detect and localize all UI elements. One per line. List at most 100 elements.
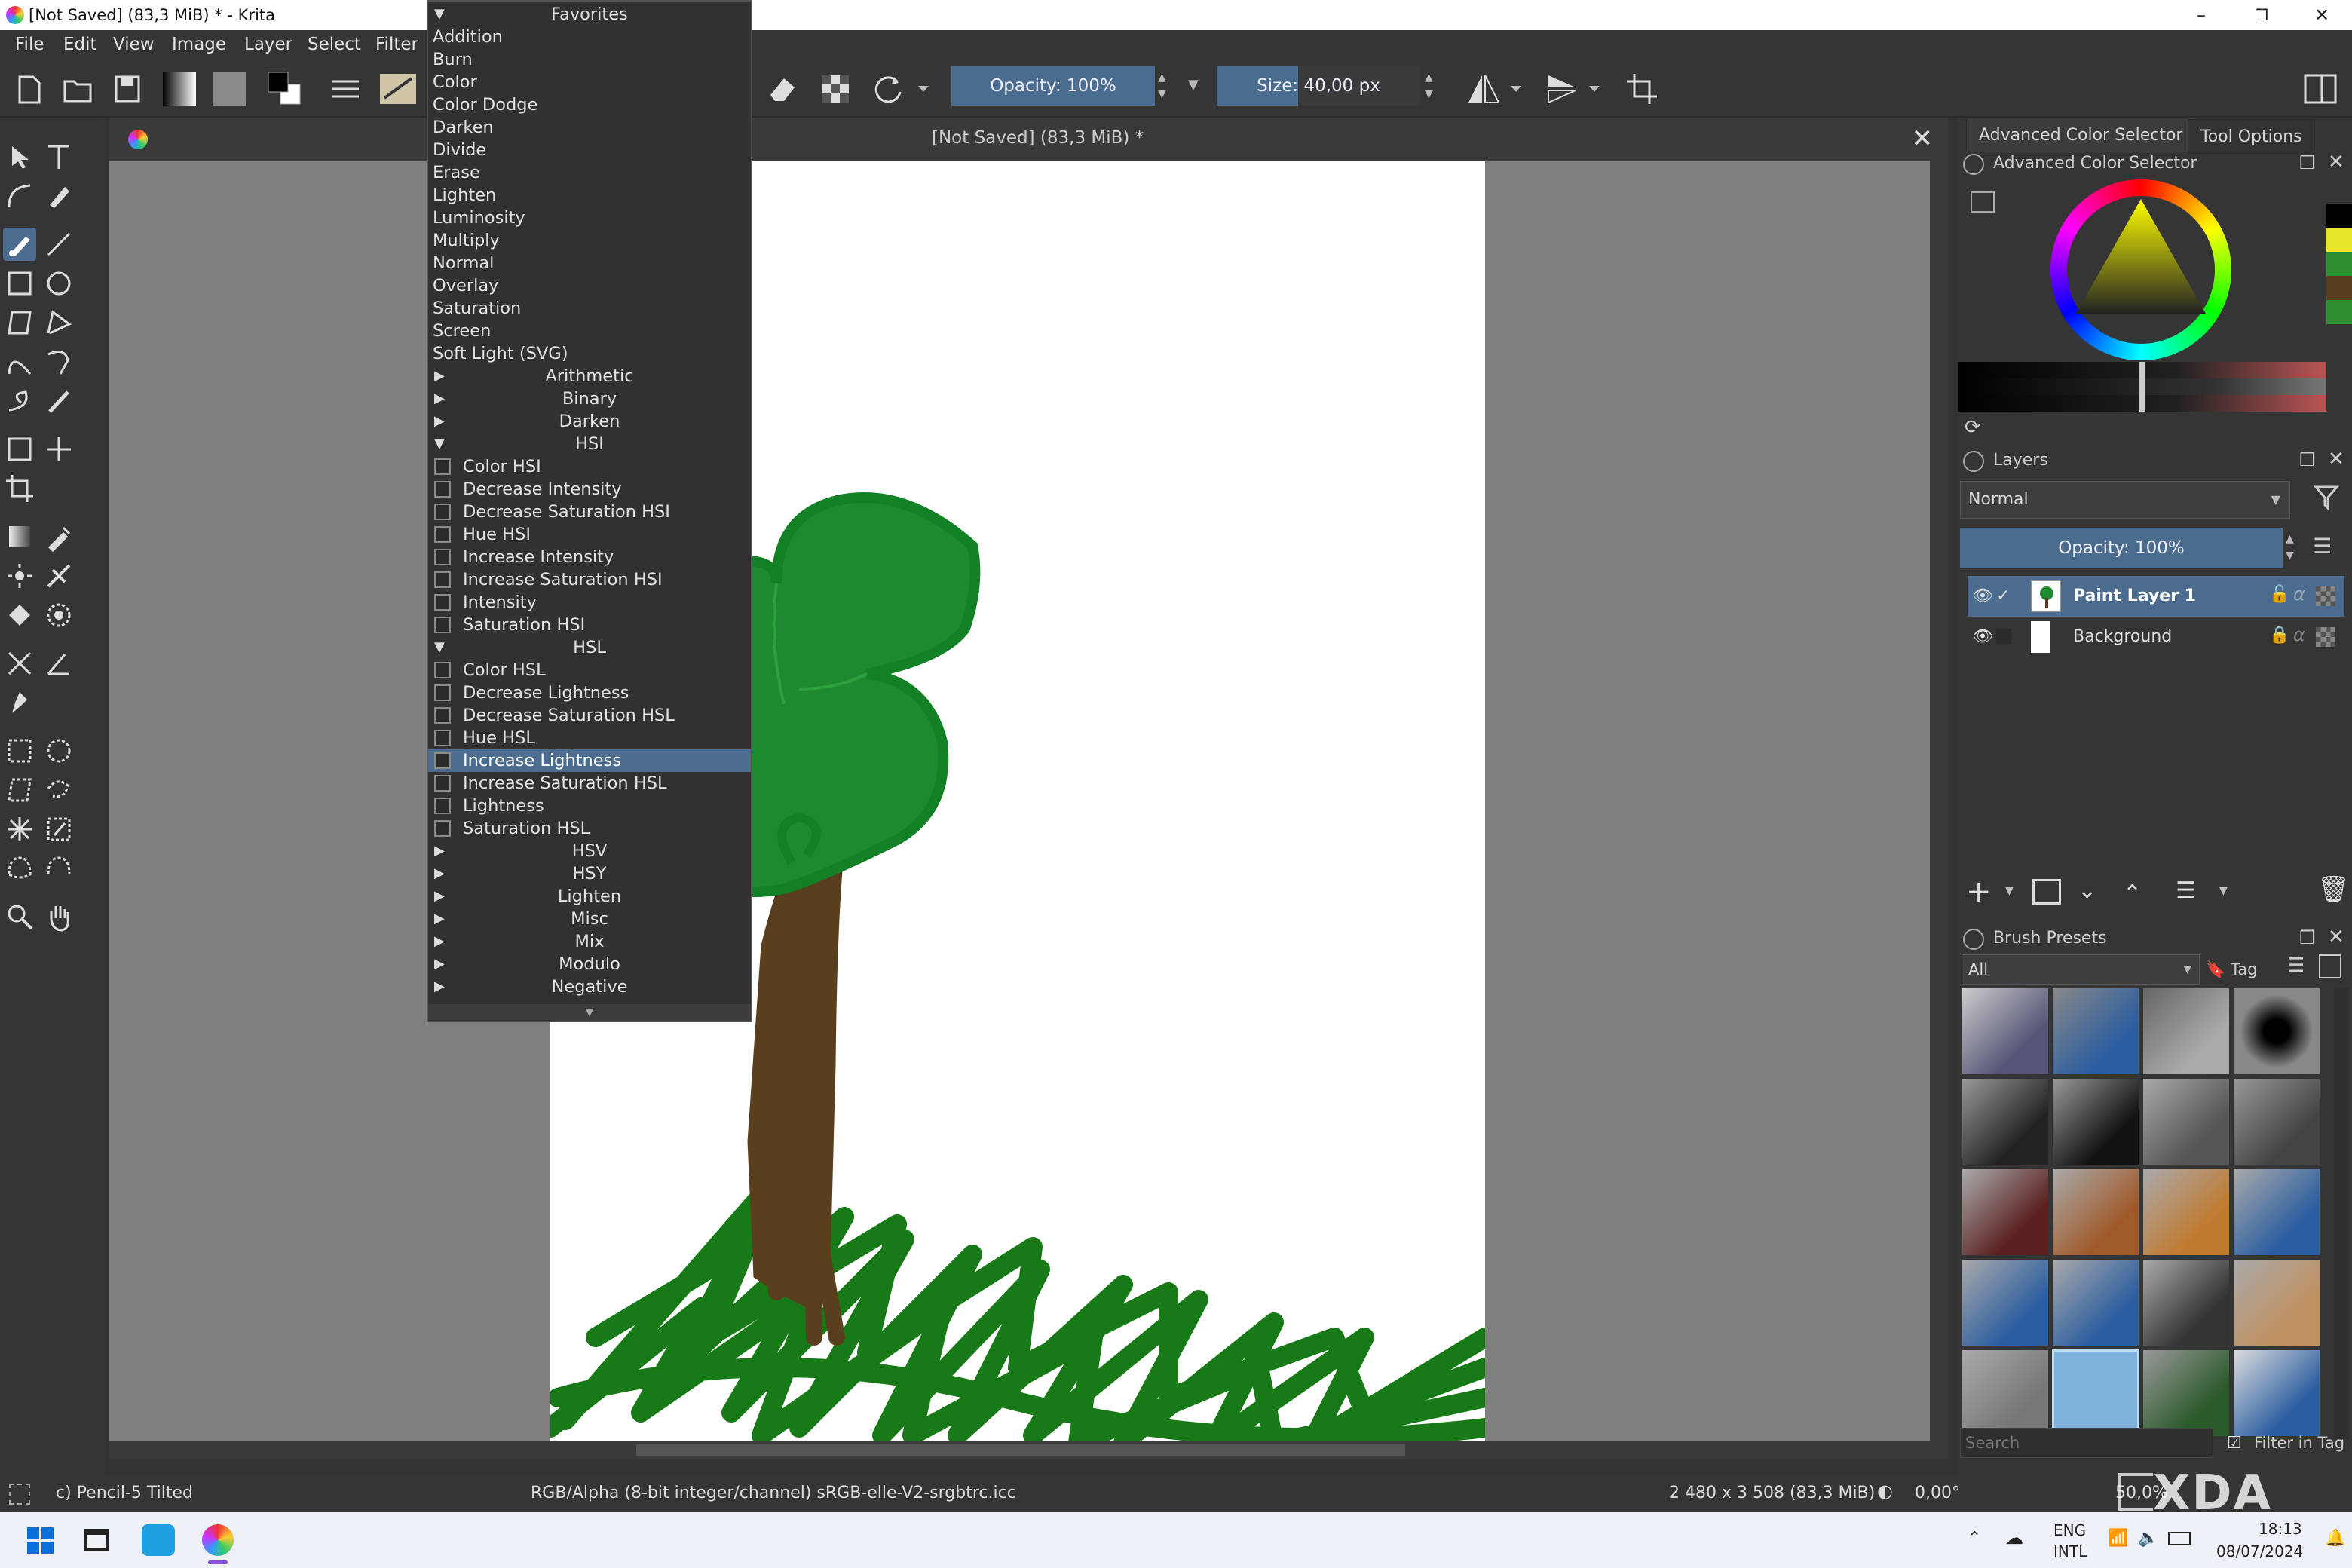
blend-item[interactable]: Increase Saturation HSI bbox=[428, 568, 751, 591]
category-mix[interactable]: ▶ Mix bbox=[428, 930, 751, 953]
lock-icon[interactable]: 🔓 bbox=[2269, 585, 2289, 604]
close-docker-icon[interactable]: ✕ bbox=[2328, 151, 2344, 173]
alpha-lock-icon[interactable]: α bbox=[2293, 624, 2305, 645]
restore-button[interactable]: ❐ bbox=[2231, 0, 2292, 30]
bezier-tool-icon[interactable] bbox=[3, 345, 36, 378]
mirror-vertical-icon[interactable] bbox=[1541, 68, 1583, 110]
blend-item[interactable]: Color Dodge bbox=[428, 93, 751, 116]
color-settings-icon[interactable] bbox=[1971, 191, 1995, 213]
polygon-tool-icon[interactable] bbox=[3, 306, 36, 339]
gradient-tool-icon[interactable] bbox=[3, 520, 36, 553]
checkbox[interactable] bbox=[434, 730, 451, 746]
checkbox[interactable] bbox=[434, 481, 451, 498]
volume-icon[interactable]: 🔈 bbox=[2138, 1529, 2158, 1548]
crop-tool-icon[interactable] bbox=[3, 472, 36, 505]
brush-preset-tile[interactable] bbox=[1962, 1078, 2049, 1165]
delete-layer-icon[interactable]: 🗑 bbox=[2317, 874, 2350, 905]
brush-preset-tile[interactable] bbox=[1962, 1168, 2049, 1256]
blend-item[interactable]: Decrease Saturation HSI bbox=[428, 501, 751, 523]
float-docker-icon[interactable]: ❐ bbox=[2299, 927, 2316, 948]
freehand-brush-icon[interactable] bbox=[3, 228, 36, 261]
blend-item[interactable]: Multiply bbox=[428, 229, 751, 252]
blend-item[interactable]: Lightness bbox=[428, 795, 751, 817]
brush-filter-select[interactable]: All ▼ bbox=[1962, 954, 2200, 985]
dynamic-brush-icon[interactable] bbox=[3, 384, 36, 418]
measure-tool-icon[interactable] bbox=[3, 647, 36, 680]
blend-item[interactable]: Increase Saturation HSL bbox=[428, 772, 751, 795]
brush-preset-tile[interactable] bbox=[2142, 1259, 2230, 1346]
menu-edit[interactable]: Edit bbox=[63, 35, 97, 54]
edit-brush-settings-icon[interactable] bbox=[324, 68, 366, 110]
brush-preset-tile[interactable] bbox=[2052, 1078, 2139, 1165]
blend-item[interactable]: Increase Intensity bbox=[428, 546, 751, 568]
move-tool-icon[interactable] bbox=[42, 433, 75, 466]
checkbox[interactable] bbox=[434, 820, 451, 837]
category-modulo[interactable]: ▶ Modulo bbox=[428, 953, 751, 975]
chevron-down-icon[interactable] bbox=[912, 68, 935, 110]
horizontal-scroll-thumb[interactable] bbox=[636, 1444, 1405, 1456]
save-icon[interactable] bbox=[106, 68, 148, 110]
selection-mode-icon[interactable] bbox=[9, 1484, 30, 1505]
brush-preset-tile[interactable] bbox=[2233, 1259, 2320, 1346]
onedrive-icon[interactable]: ☁ bbox=[2005, 1527, 2023, 1548]
checkbox[interactable] bbox=[434, 775, 451, 792]
category-hsi[interactable]: ▼ HSI bbox=[428, 433, 751, 455]
blend-item[interactable]: Divide bbox=[428, 139, 751, 161]
chevron-down-icon[interactable]: ▼ bbox=[1188, 77, 1199, 93]
checkbox[interactable] bbox=[434, 504, 451, 520]
checkbox[interactable] bbox=[434, 594, 451, 611]
contiguous-select-icon[interactable] bbox=[3, 813, 36, 846]
preserve-alpha-icon[interactable] bbox=[814, 68, 856, 110]
brush-preset-tile[interactable] bbox=[2142, 1349, 2230, 1437]
float-docker-icon[interactable]: ❐ bbox=[2299, 449, 2316, 470]
blend-item[interactable]: Hue HSL bbox=[428, 727, 751, 749]
blend-item[interactable]: Addition bbox=[428, 26, 751, 48]
filter-in-tag-checkbox[interactable]: ☑ bbox=[2227, 1434, 2242, 1453]
menu-layer[interactable]: Layer bbox=[244, 35, 292, 54]
close-document-icon[interactable]: ✕ bbox=[1912, 124, 1934, 154]
brush-grid-scrollbar[interactable] bbox=[2334, 988, 2349, 1440]
refresh-color-icon[interactable]: ⟳ bbox=[1965, 416, 1981, 439]
checkbox[interactable] bbox=[434, 571, 451, 588]
notification-bell-icon[interactable]: 🔔 bbox=[2325, 1529, 2345, 1548]
canvas-horizontal-scrollbar[interactable] bbox=[109, 1441, 1948, 1459]
minimize-button[interactable]: – bbox=[2171, 0, 2231, 30]
category-hsy[interactable]: ▶ HSY bbox=[428, 862, 751, 885]
blend-item-selected[interactable]: Increase Lightness bbox=[428, 749, 751, 772]
layer-name[interactable]: Background bbox=[2073, 627, 2172, 646]
freehand-path-icon[interactable] bbox=[42, 345, 75, 378]
blend-item[interactable]: Saturation HSI bbox=[428, 614, 751, 636]
eraser-mode-icon[interactable] bbox=[761, 68, 804, 110]
blend-item[interactable]: Burn bbox=[428, 48, 751, 71]
layer-blend-mode-select[interactable]: Normal ▼ bbox=[1960, 481, 2290, 519]
menu-select[interactable]: Select bbox=[308, 35, 361, 54]
brush-preset-tile-selected[interactable] bbox=[2052, 1349, 2139, 1437]
add-layer-icon[interactable]: + bbox=[1966, 874, 1992, 909]
category-binary[interactable]: ▶ Binary bbox=[428, 387, 751, 410]
chevron-down-icon[interactable]: ▼ bbox=[2005, 885, 2014, 897]
checkbox[interactable] bbox=[434, 752, 451, 769]
checkbox[interactable] bbox=[434, 526, 451, 543]
inherit-alpha-icon[interactable] bbox=[2316, 586, 2335, 606]
language-bottom[interactable]: INTL bbox=[2053, 1542, 2087, 1560]
brush-preset-tile[interactable] bbox=[2233, 1078, 2320, 1165]
blend-item[interactable]: Color HSL bbox=[428, 659, 751, 681]
brush-preset-tile[interactable] bbox=[2233, 1168, 2320, 1256]
blend-item[interactable]: Intensity bbox=[428, 591, 751, 614]
menu-file[interactable]: File bbox=[15, 35, 44, 54]
category-hsv[interactable]: ▶ HSV bbox=[428, 840, 751, 862]
float-docker-icon[interactable]: ❐ bbox=[2299, 152, 2316, 173]
brush-preset-tile[interactable] bbox=[1962, 988, 2049, 1075]
menu-view[interactable]: View bbox=[113, 35, 155, 54]
favorites-header[interactable]: ▼ Favorites bbox=[428, 3, 751, 26]
brush-preset-tile[interactable] bbox=[2142, 1168, 2230, 1256]
text-tool-icon[interactable] bbox=[42, 140, 75, 173]
blend-item[interactable]: Normal bbox=[428, 252, 751, 274]
tag-button[interactable]: 🔖 Tag bbox=[2206, 954, 2278, 985]
polygon-select-icon[interactable] bbox=[3, 773, 36, 807]
reference-pin-icon[interactable] bbox=[3, 686, 36, 719]
smart-patch-icon[interactable] bbox=[3, 559, 36, 593]
magnetic-select-icon[interactable] bbox=[42, 852, 75, 885]
tab-advanced-color-selector[interactable]: Advanced Color Selector bbox=[1966, 118, 2196, 152]
ellipse-select-icon[interactable] bbox=[42, 734, 75, 767]
